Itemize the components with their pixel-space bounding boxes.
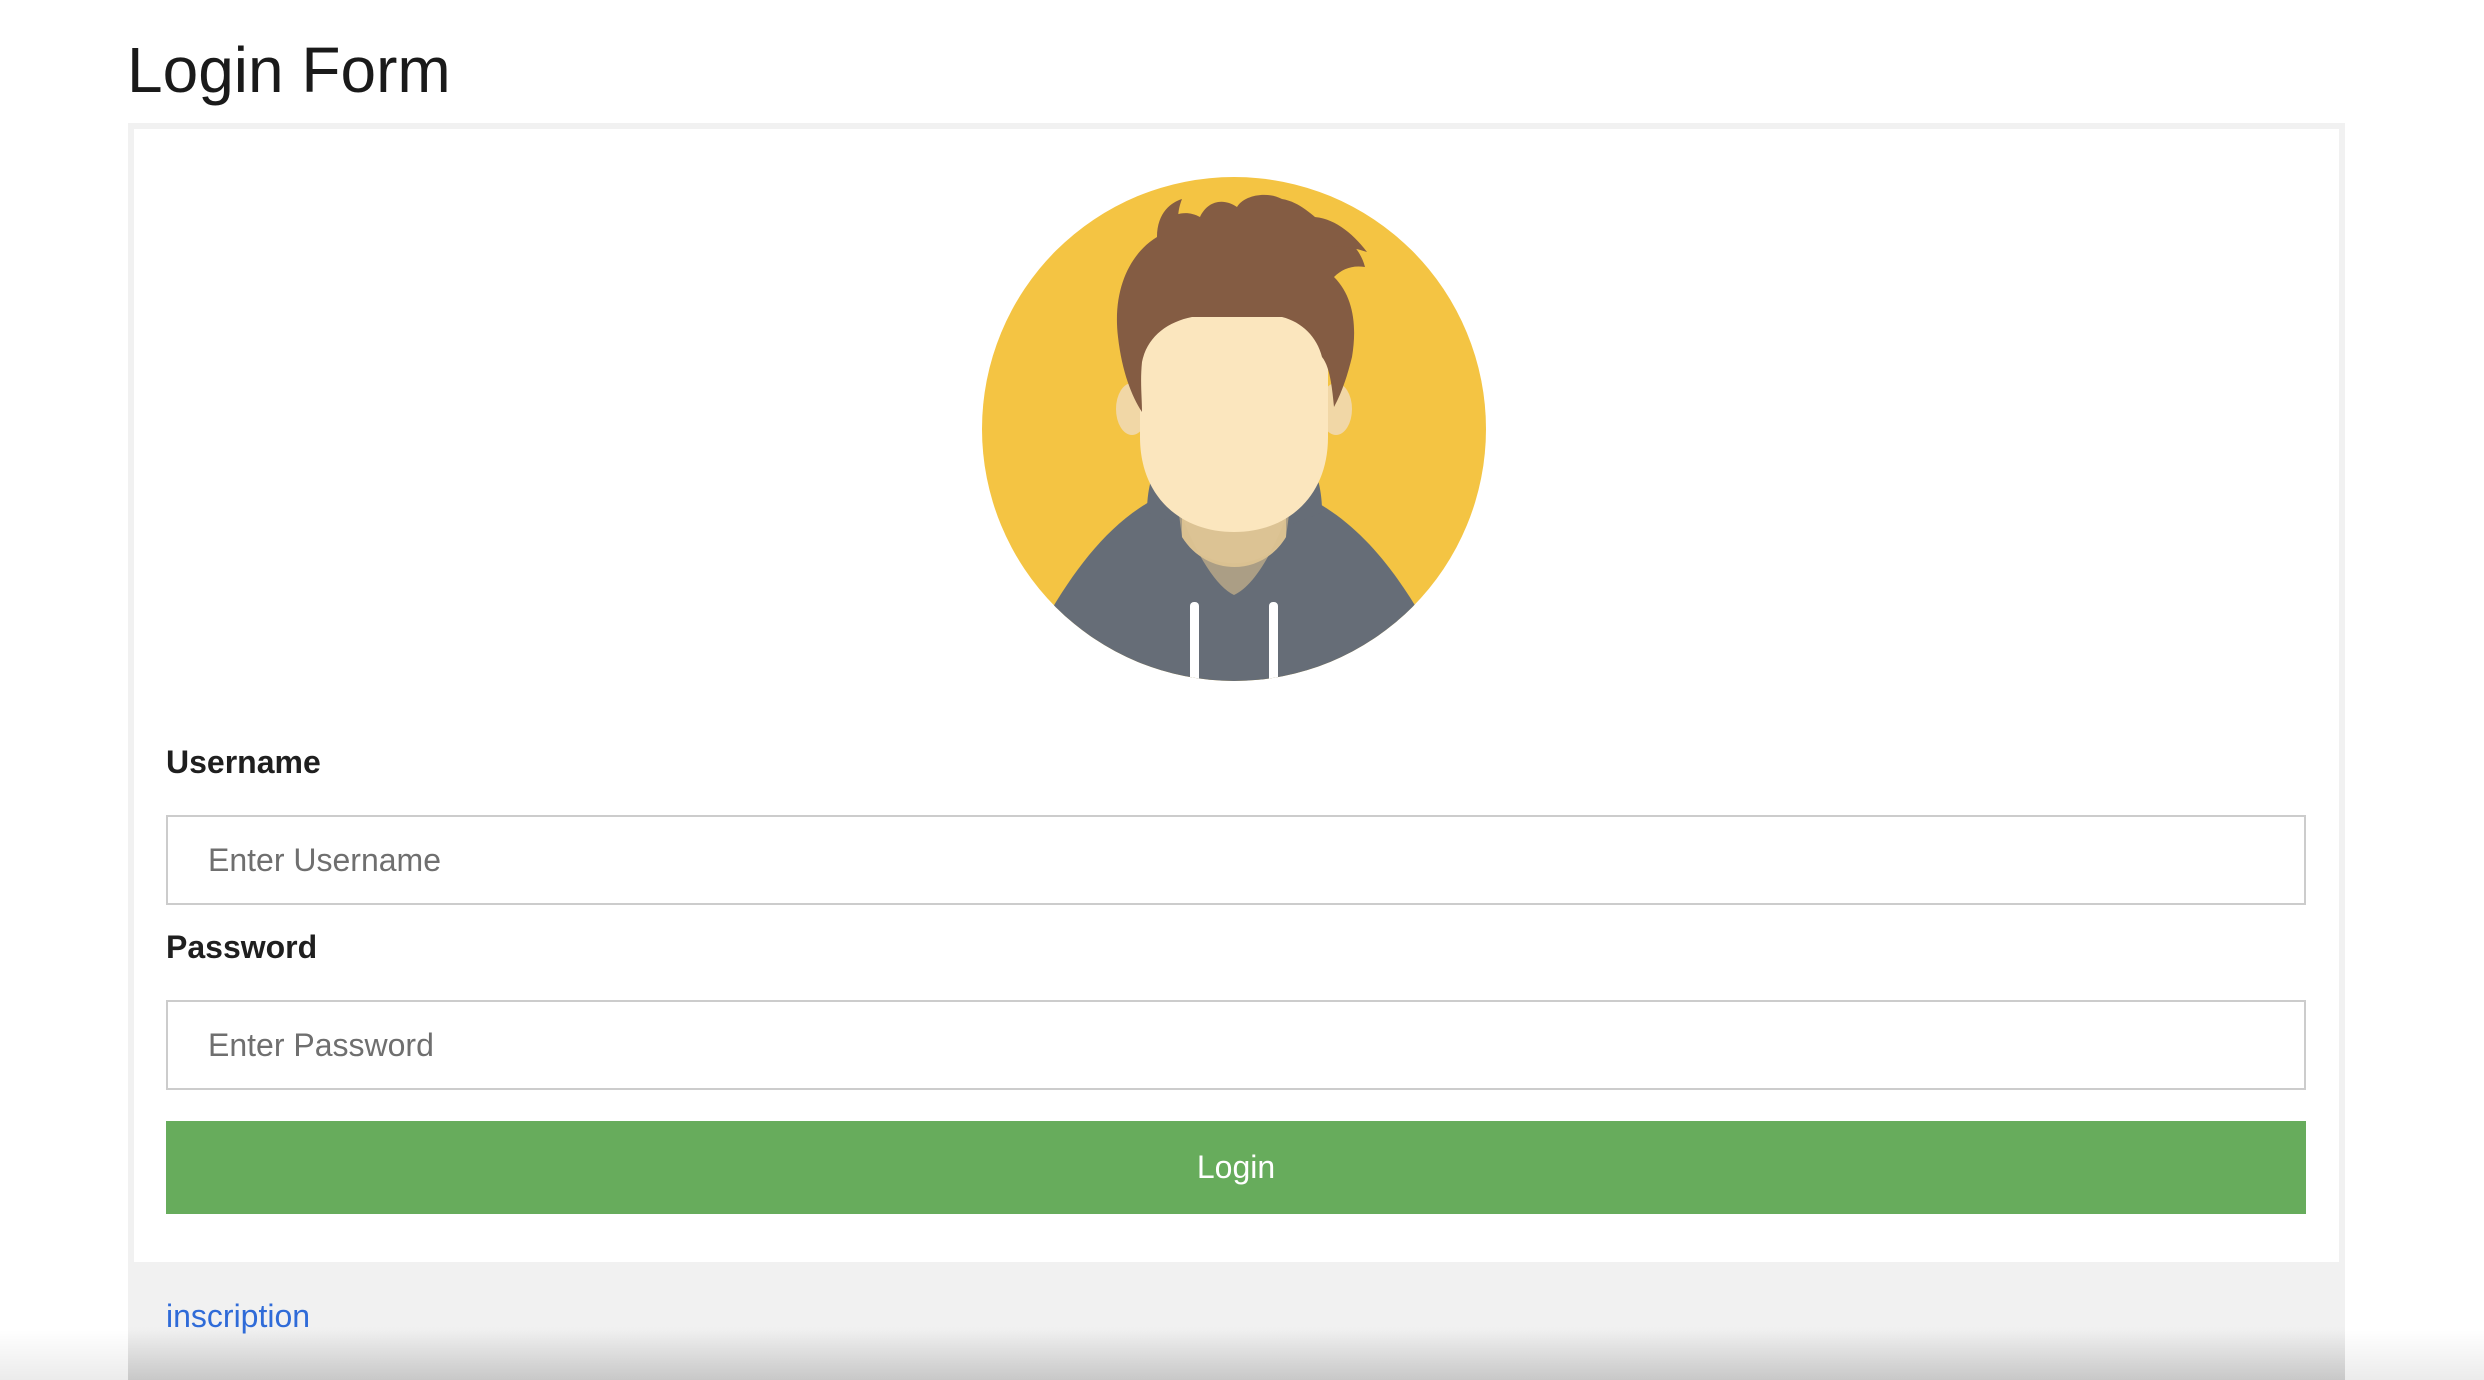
password-input[interactable]	[166, 1000, 2306, 1090]
username-label: Username	[166, 744, 321, 780]
login-button[interactable]: Login	[166, 1121, 2306, 1214]
avatar	[982, 177, 1486, 681]
inscription-link[interactable]: inscription	[166, 1296, 310, 1336]
page-title: Login Form	[127, 34, 451, 106]
password-label: Password	[166, 929, 318, 965]
form-footer: inscription	[128, 1262, 2345, 1380]
username-input[interactable]	[166, 815, 2306, 905]
user-avatar-icon	[982, 177, 1486, 681]
